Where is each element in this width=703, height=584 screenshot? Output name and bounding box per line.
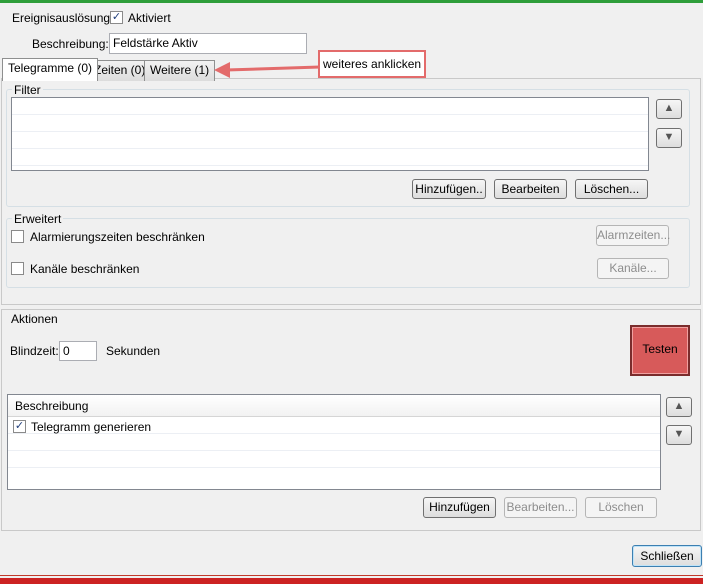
list-row bbox=[8, 434, 660, 451]
channels-button[interactable]: Kanäle... bbox=[597, 258, 669, 279]
list-item[interactable]: ✓ Telegramm generieren bbox=[8, 417, 660, 434]
checkmark-icon: ✓ bbox=[14, 420, 25, 432]
list-row bbox=[8, 451, 660, 468]
seconds-label: Sekunden bbox=[106, 344, 161, 358]
tab-weitere[interactable]: Weitere (1) bbox=[144, 60, 216, 81]
window-bottom-border bbox=[0, 575, 703, 584]
arrow-up-icon: ▲ bbox=[673, 400, 685, 412]
actions-add-button[interactable]: Hinzufügen bbox=[423, 497, 496, 518]
activated-label: Aktiviert bbox=[128, 11, 171, 25]
arrow-up-icon: ▲ bbox=[663, 102, 675, 114]
window-top-border bbox=[0, 0, 703, 3]
filter-delete-button[interactable]: Löschen... bbox=[575, 179, 648, 199]
blind-time-label: Blindzeit: bbox=[10, 344, 59, 358]
arrow-down-icon: ▼ bbox=[673, 428, 685, 440]
blind-time-input[interactable]: 0 bbox=[59, 341, 97, 361]
actions-list[interactable]: Beschreibung ✓ Telegramm generieren bbox=[7, 394, 661, 490]
actions-move-up-button[interactable]: ▲ bbox=[666, 397, 692, 417]
filter-add-button[interactable]: Hinzufügen.. bbox=[412, 179, 486, 199]
filter-move-up-button[interactable]: ▲ bbox=[656, 99, 682, 119]
extended-group bbox=[6, 218, 690, 288]
filter-edit-button[interactable]: Bearbeiten bbox=[494, 179, 567, 199]
telegram-generate-checkbox[interactable]: ✓ bbox=[13, 420, 26, 433]
alarm-times-button[interactable]: Alarmzeiten... bbox=[596, 225, 670, 246]
description-input[interactable]: Feldstärke Aktiv bbox=[109, 33, 307, 54]
actions-edit-button[interactable]: Bearbeiten... bbox=[504, 497, 577, 518]
test-button[interactable]: Testen bbox=[630, 325, 690, 376]
trigger-label: Ereignisauslösung: bbox=[12, 11, 114, 25]
checkmark-icon: ✓ bbox=[111, 11, 122, 23]
actions-list-header[interactable]: Beschreibung bbox=[8, 395, 660, 417]
alarm-times-checkbox[interactable] bbox=[11, 230, 24, 243]
alarm-times-label: Alarmierungszeiten beschränken bbox=[30, 230, 205, 244]
tab-telegramme[interactable]: Telegramme (0) bbox=[2, 58, 99, 81]
filter-title: Filter bbox=[12, 83, 43, 97]
list-row bbox=[12, 115, 648, 132]
actions-move-down-button[interactable]: ▼ bbox=[666, 425, 692, 445]
list-row bbox=[12, 98, 648, 115]
list-row bbox=[12, 132, 648, 149]
arrow-down-icon: ▼ bbox=[663, 131, 675, 143]
activated-checkbox[interactable]: ✓ bbox=[110, 11, 123, 24]
telegram-generate-label: Telegramm generieren bbox=[31, 420, 152, 434]
channels-checkbox[interactable] bbox=[11, 262, 24, 275]
channels-label: Kanäle beschränken bbox=[30, 262, 140, 276]
annotation-note: weiteres anklicken bbox=[318, 50, 427, 78]
actions-title: Aktionen bbox=[11, 312, 58, 326]
extended-title: Erweitert bbox=[12, 212, 64, 226]
filter-move-down-button[interactable]: ▼ bbox=[656, 128, 682, 148]
filter-list[interactable] bbox=[11, 97, 649, 171]
actions-delete-button[interactable]: Löschen bbox=[585, 497, 657, 518]
close-button[interactable]: Schließen bbox=[632, 545, 702, 567]
list-row bbox=[12, 149, 648, 166]
annotation-arrow-icon bbox=[214, 62, 321, 78]
description-label: Beschreibung: bbox=[32, 37, 109, 51]
